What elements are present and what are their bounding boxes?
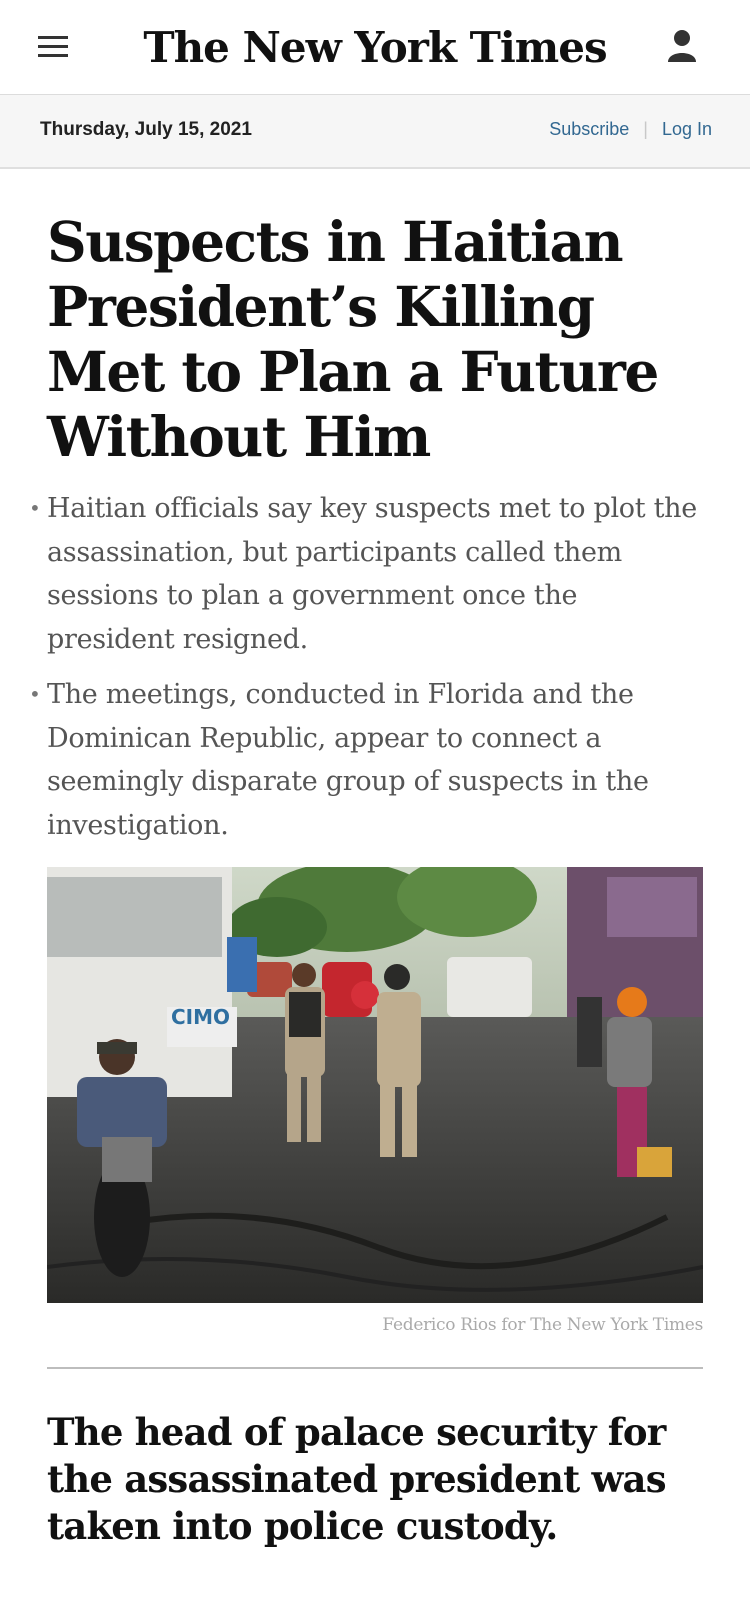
nyt-logo[interactable]: The New York Times <box>0 18 750 78</box>
photo-credit: Federico Rios for The New York Times <box>382 1315 703 1335</box>
user-icon[interactable] <box>666 28 698 64</box>
auth-links: Subscribe | Log In <box>549 119 712 140</box>
lead-photo[interactable]: CIMO <box>47 867 703 1303</box>
link-separator: | <box>643 119 648 139</box>
article: Suspects in Haitian President’s Killing … <box>0 169 750 1550</box>
bullet: • <box>29 682 41 706</box>
summary-text: Haitian officials say key suspects met t… <box>47 493 697 655</box>
current-date: Thursday, July 15, 2021 <box>40 119 252 140</box>
headline[interactable]: Suspects in Haitian President’s Killing … <box>47 209 703 469</box>
summary-item: • Haitian officials say key suspects met… <box>29 487 703 661</box>
masthead: The New York Times <box>0 0 750 95</box>
date-bar: Thursday, July 15, 2021 Subscribe | Log … <box>0 95 750 169</box>
subheadline[interactable]: The head of palace security for the assa… <box>47 1409 703 1550</box>
subscribe-link[interactable]: Subscribe <box>549 119 629 140</box>
truck-sign-text: CIMO <box>171 1005 230 1029</box>
bullet: • <box>29 496 41 520</box>
summary-item: • The meetings, conducted in Florida and… <box>29 673 703 847</box>
login-link[interactable]: Log In <box>662 119 712 140</box>
section-divider <box>47 1367 703 1369</box>
summary-text: The meetings, conducted in Florida and t… <box>47 679 649 841</box>
summary-list: • Haitian officials say key suspects met… <box>29 487 703 847</box>
